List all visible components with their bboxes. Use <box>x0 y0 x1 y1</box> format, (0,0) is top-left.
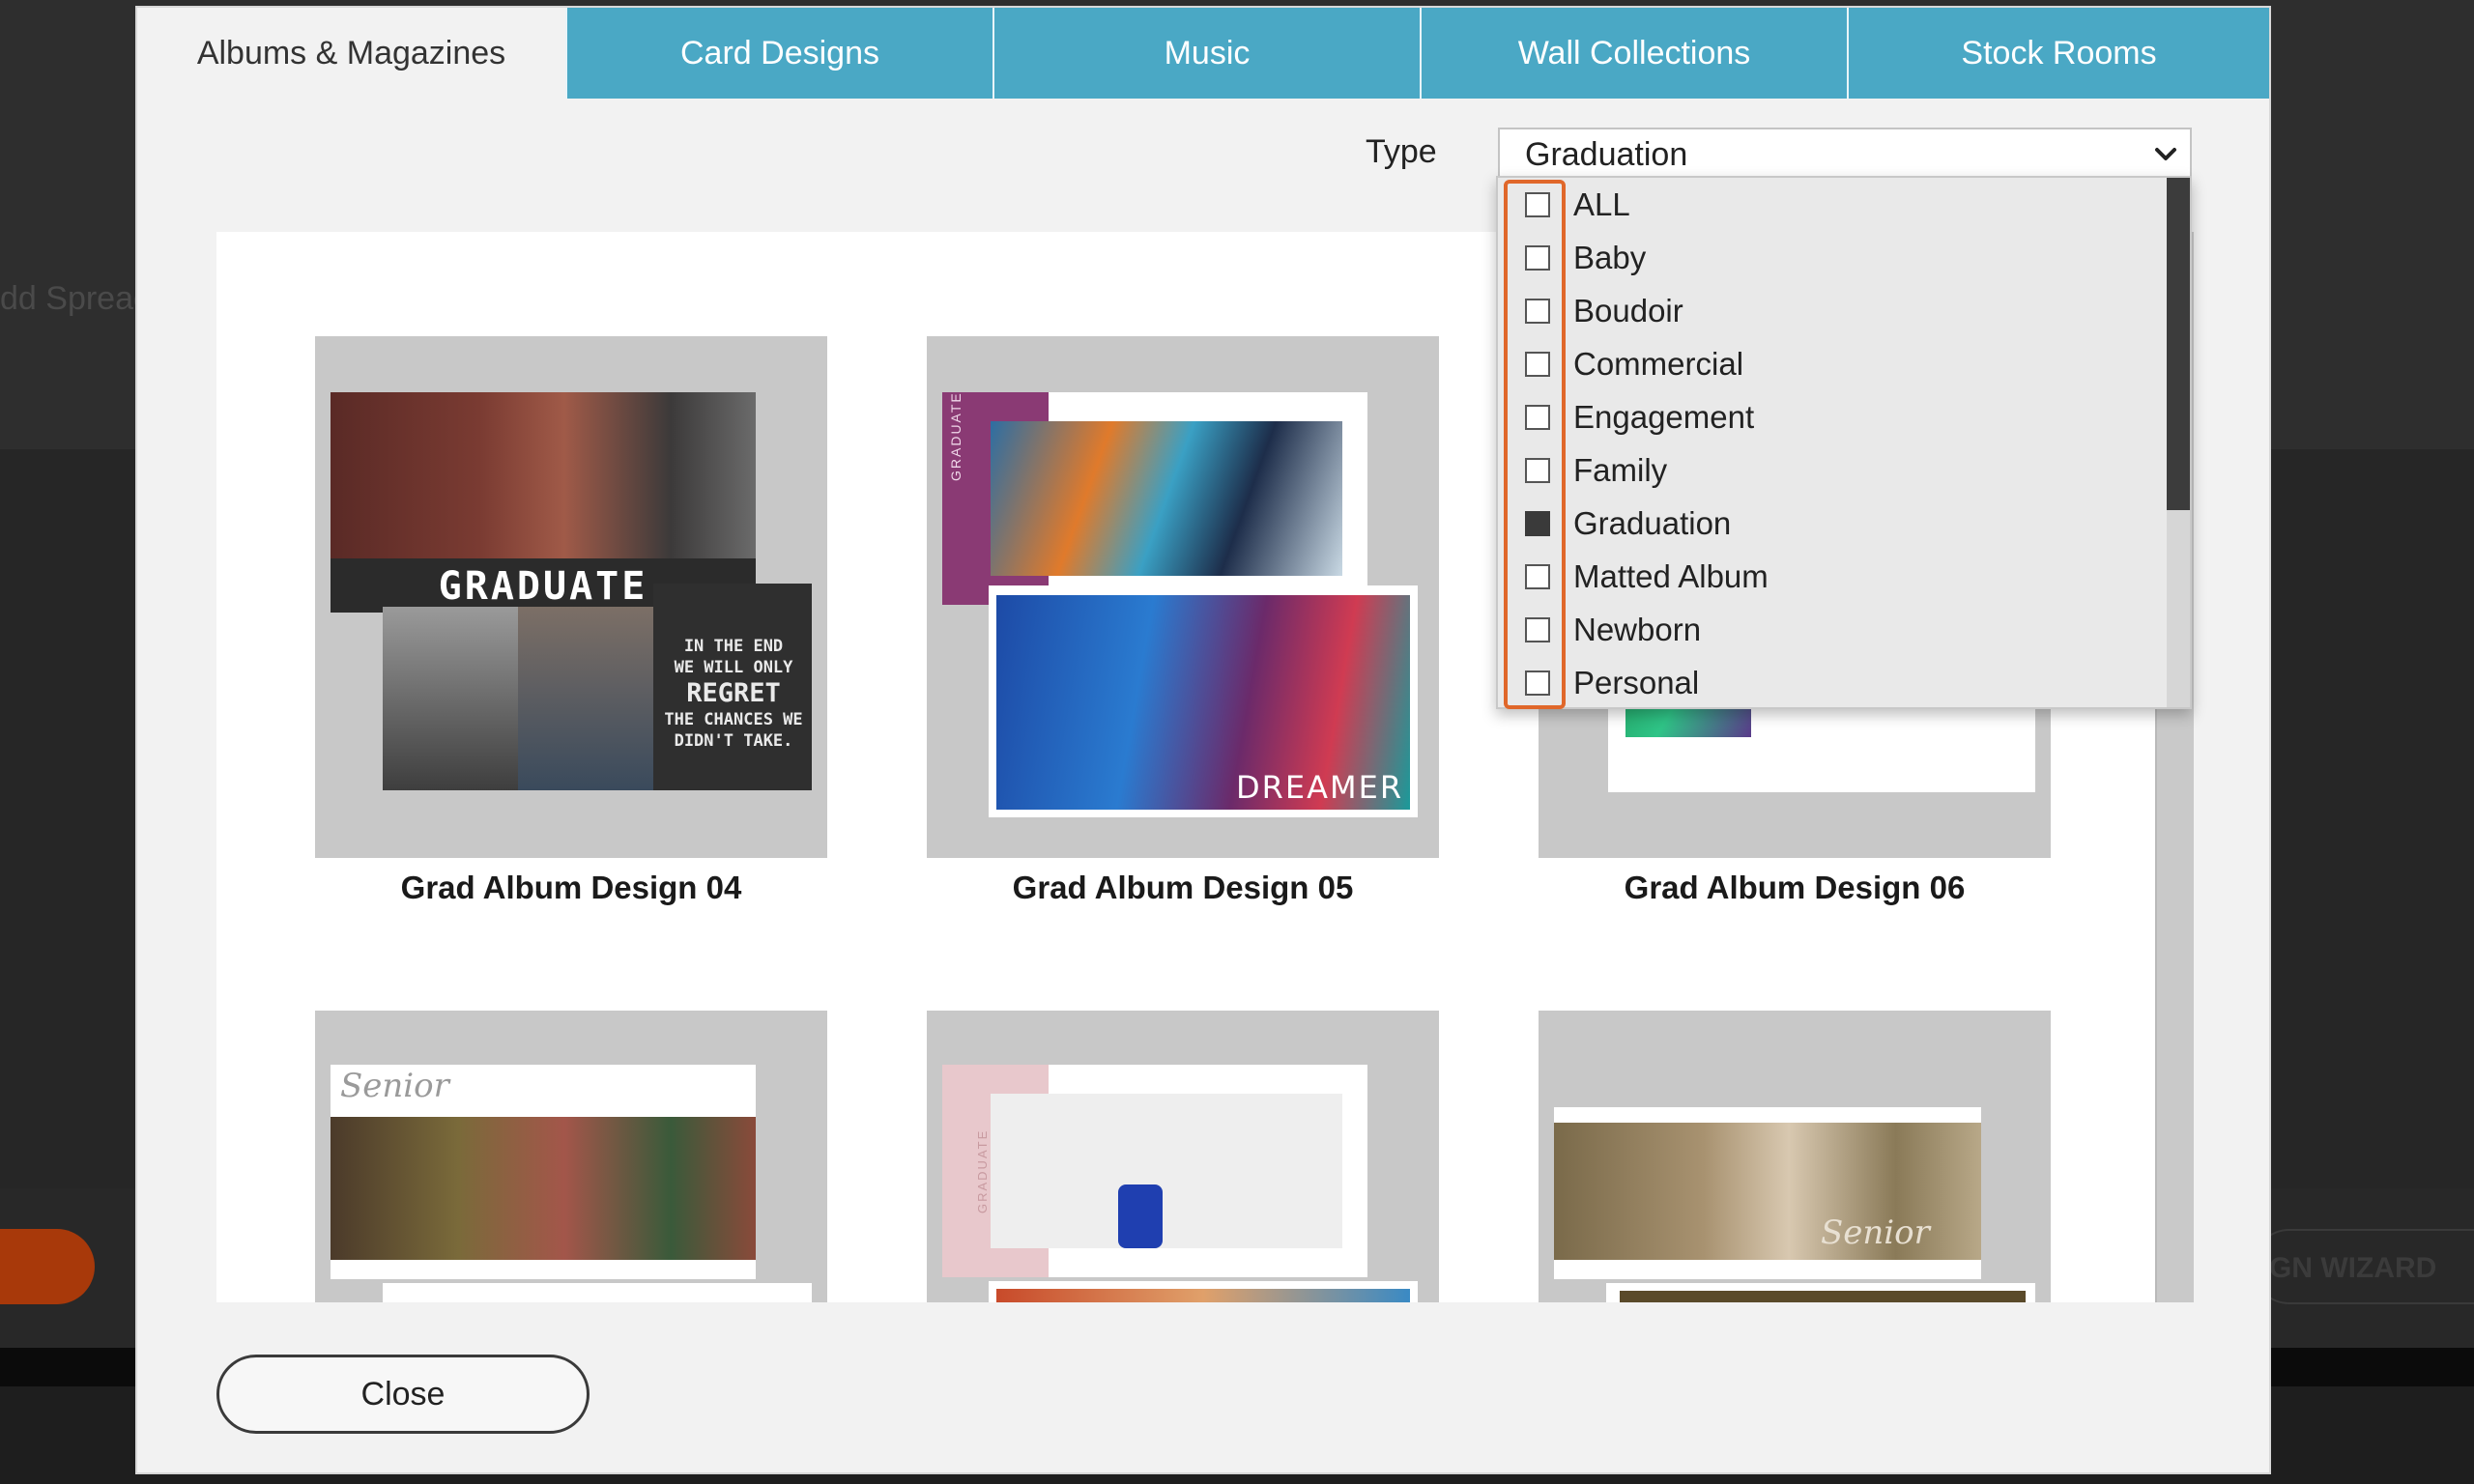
dropdown-option-personal[interactable]: Personal <box>1498 656 2165 709</box>
background-add-spread-label: dd Spread <box>0 280 152 317</box>
tab-card-designs[interactable]: Card Designs <box>565 8 992 99</box>
design-thumbnail[interactable]: Senior <box>1539 1011 2051 1302</box>
design-title: Grad Album Design 05 <box>1012 870 1354 905</box>
checkbox[interactable] <box>1525 510 1550 536</box>
thumbnail-script-title: Senior <box>1821 1213 1930 1252</box>
thumbnail-script-title: Senior <box>340 1067 449 1105</box>
tab-stock-rooms[interactable]: Stock Rooms <box>1847 8 2269 99</box>
checkbox[interactable] <box>1525 298 1550 324</box>
chevron-down-icon <box>2155 148 2176 160</box>
design-thumbnail[interactable]: GRADUATE <box>927 1011 1439 1302</box>
type-filter-select[interactable]: Graduation <box>1498 128 2192 182</box>
checkbox[interactable] <box>1525 563 1550 589</box>
thumbnail-word: DREAMER <box>1236 769 1404 806</box>
checkbox[interactable] <box>1525 244 1550 271</box>
checkbox[interactable] <box>1525 457 1550 483</box>
photo <box>1620 1291 2026 1302</box>
photo-subject <box>1118 1184 1163 1248</box>
category-tabs: Albums & Magazines Card Designs Music Wa… <box>137 8 2269 99</box>
design-thumbnail[interactable]: GRADUATE DREAMER <box>927 336 1439 858</box>
dropdown-option-newborn[interactable]: Newborn <box>1498 603 2165 656</box>
photo <box>331 392 756 558</box>
photo <box>996 1289 1410 1302</box>
dropdown-option-baby[interactable]: Baby <box>1498 231 2165 284</box>
checkbox[interactable] <box>1525 616 1550 642</box>
dropdown-option-all[interactable]: ALL <box>1498 178 2165 231</box>
photo <box>331 1117 756 1260</box>
type-dropdown-list: ALL Baby Boudoir Commercial Engagement F… <box>1496 176 2192 709</box>
photo <box>518 607 653 790</box>
photo <box>991 1094 1342 1248</box>
dropdown-option-boudoir[interactable]: Boudoir <box>1498 284 2165 337</box>
thumbnail-quote: IN THE END WE WILL ONLY REGRET THE CHANC… <box>664 637 803 751</box>
photo <box>991 421 1342 576</box>
design-title: Grad Album Design 06 <box>1624 870 1966 905</box>
dropdown-option-commercial[interactable]: Commercial <box>1498 337 2165 390</box>
design-thumbnail[interactable]: GRADUATE IN THE END WE WILL ONLY REGRET … <box>315 336 827 858</box>
background-design-wizard-button: GN WIZARD <box>2252 1229 2474 1304</box>
tab-music[interactable]: Music <box>992 8 1420 99</box>
photo <box>383 607 518 790</box>
dropdown-option-engagement[interactable]: Engagement <box>1498 390 2165 443</box>
dropdown-option-family[interactable]: Family <box>1498 443 2165 497</box>
tab-wall-collections[interactable]: Wall Collections <box>1420 8 1847 99</box>
design-thumbnail[interactable]: Senior <box>315 1011 827 1302</box>
dropdown-scrollbar[interactable] <box>2167 178 2190 707</box>
thumbnail-vertical-title: GRADUATE <box>975 1128 990 1213</box>
dropdown-scrollbar-thumb[interactable] <box>2167 178 2190 510</box>
background-orange-button <box>0 1229 95 1304</box>
page-panel <box>383 1283 812 1302</box>
checkbox[interactable] <box>1525 351 1550 377</box>
checkbox[interactable] <box>1525 191 1550 217</box>
tab-albums-magazines[interactable]: Albums & Magazines <box>137 8 565 99</box>
checkbox[interactable] <box>1525 404 1550 430</box>
checkbox[interactable] <box>1525 670 1550 696</box>
dropdown-option-graduation[interactable]: Graduation <box>1498 497 2165 550</box>
thumbnail-vertical-title: GRADUATE <box>948 391 964 481</box>
design-title: Grad Album Design 04 <box>400 870 742 905</box>
dropdown-option-matted-album[interactable]: Matted Album <box>1498 550 2165 603</box>
type-filter-label: Type <box>1366 133 1437 170</box>
type-filter-value: Graduation <box>1525 136 1688 173</box>
close-button[interactable]: Close <box>216 1355 590 1434</box>
